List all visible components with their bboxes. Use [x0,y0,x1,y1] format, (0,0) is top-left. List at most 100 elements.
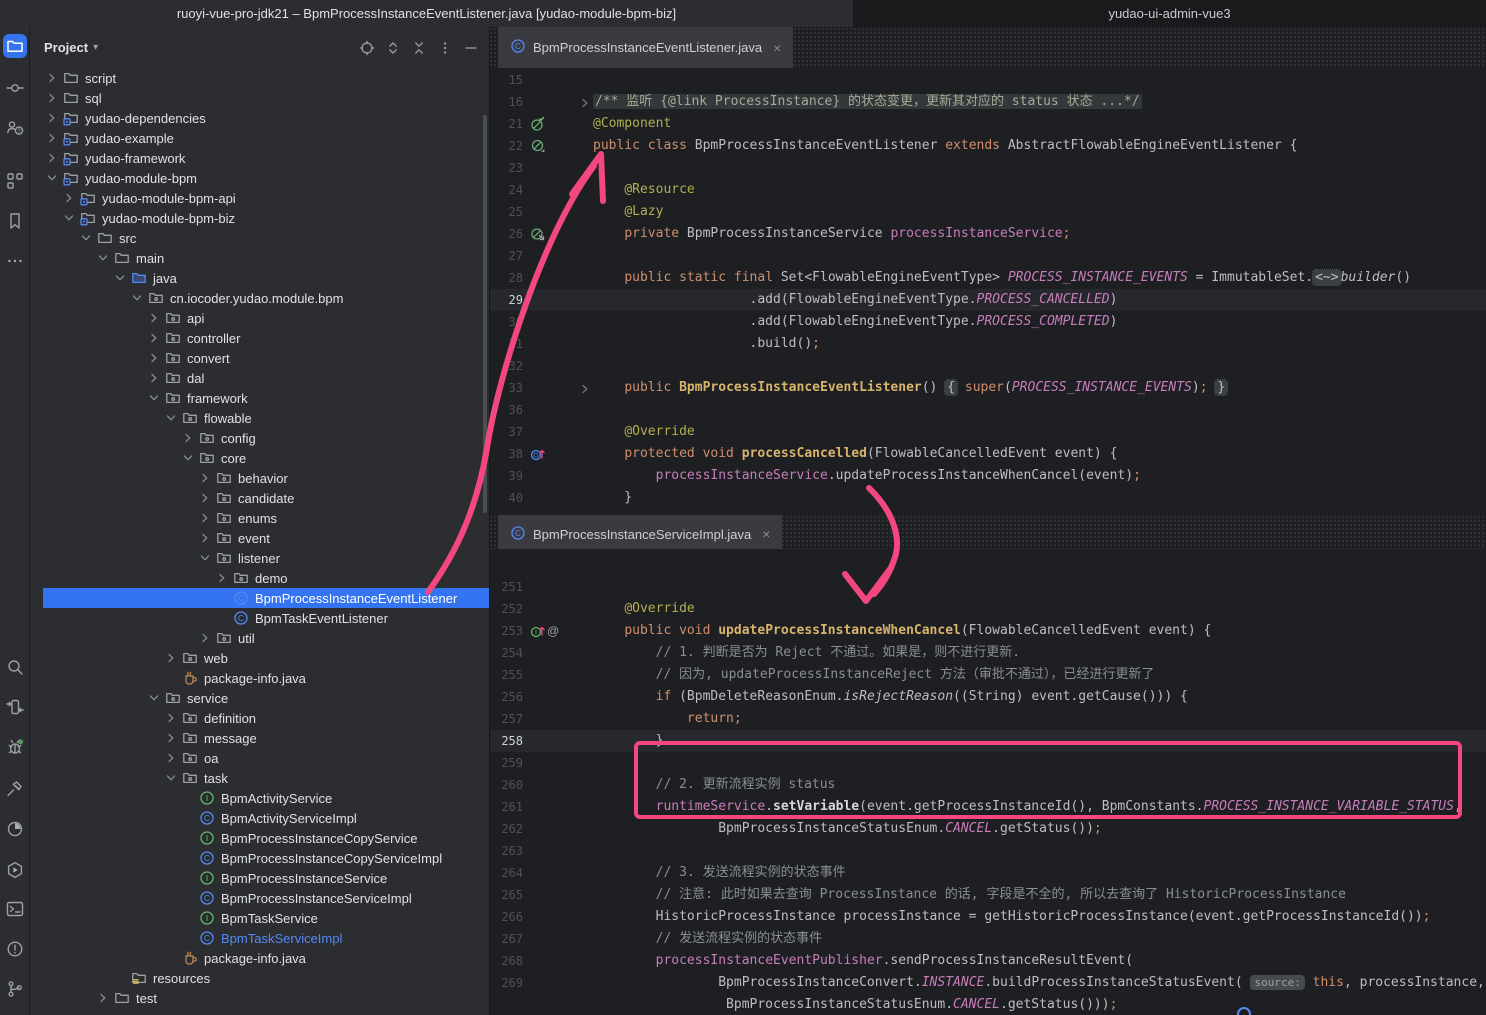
code-line-253[interactable]: 253I@ public void updateProcessInstanceW… [489,620,1486,642]
code-line-28[interactable]: 28 public static final Set<FlowableEngin… [489,267,1486,289]
code-line-27[interactable]: 27 [489,245,1486,267]
tree-item-api[interactable]: api [30,308,489,328]
chevron-right-icon[interactable] [44,110,60,126]
tree-item-config[interactable]: config [30,428,489,448]
tree-item-bpmprocessinstanceservice[interactable]: IBpmProcessInstanceService [30,868,489,888]
services-icon[interactable] [3,858,27,882]
code-line-269[interactable]: 269 BpmProcessInstanceConvert.INSTANCE.b… [489,972,1486,994]
tree-item-yudao-module-bpm-api[interactable]: yudao-module-bpm-api [30,188,489,208]
tree-item-demo[interactable]: demo [30,568,489,588]
code-line-29[interactable]: 29 .add(FlowableEngineEventType.PROCESS_… [489,289,1486,311]
code-line-30[interactable]: 30 .add(FlowableEngineEventType.PROCESS_… [489,311,1486,333]
tree-item-dal[interactable]: dal [30,368,489,388]
code-line-254[interactable]: 254 // 1. 判断是否为 Reject 不通过。如果是，则不进行更新. [489,642,1486,664]
code-line-262[interactable]: 262 BpmProcessInstanceStatusEnum.CANCEL.… [489,818,1486,840]
code-line-39[interactable]: 39 processInstanceService.updateProcessI… [489,465,1486,487]
chevron-down-icon[interactable] [78,230,94,246]
tree-item-enums[interactable]: enums [30,508,489,528]
hide-icon[interactable] [463,40,479,56]
chevron-right-icon[interactable] [44,70,60,86]
chevron-right-icon[interactable] [214,570,230,586]
close-icon[interactable]: × [773,40,781,56]
collapse-all-icon[interactable] [411,40,427,56]
build-icon[interactable] [3,777,27,801]
tree-item-cn-iocoder-yudao-module-bpm[interactable]: cn.iocoder.yudao.module.bpm [30,288,489,308]
chevron-right-icon[interactable] [44,130,60,146]
code-line-21[interactable]: 21@Component [489,113,1486,135]
tree-item-bpmactivityserviceimpl[interactable]: CBpmActivityServiceImpl [30,808,489,828]
chevron-right-icon[interactable] [197,470,213,486]
code-line-266[interactable]: 266 HistoricProcessInstance processInsta… [489,906,1486,928]
chevron-right-icon[interactable] [197,490,213,506]
code-line-258[interactable]: 258 } [489,730,1486,752]
tree-item-bpmtaskeventlistener[interactable]: CBpmTaskEventListener [30,608,489,628]
tree-item-yudao-framework[interactable]: yudao-framework [30,148,489,168]
chevron-right-icon[interactable] [163,750,179,766]
debug-icon[interactable] [3,735,27,759]
chevron-right-icon[interactable] [180,430,196,446]
tree-item-definition[interactable]: definition [30,708,489,728]
tree-item-script[interactable]: script [30,68,489,88]
chevron-right-icon[interactable] [95,990,111,1006]
code-line-16[interactable]: 16/** 监听 {@link ProcessInstance} 的状态变更，更… [489,91,1486,113]
tree-item-service[interactable]: service [30,688,489,708]
secondary-window-title[interactable]: yudao-ui-admin-vue3 [853,0,1486,27]
tree-item-java[interactable]: java [30,268,489,288]
code-line-261[interactable]: 261 runtimeService.setVariable(event.get… [489,796,1486,818]
code-line-15[interactable]: 15 [489,69,1486,91]
bookmarks-icon[interactable] [3,209,27,233]
autowired-bean-icon[interactable] [530,226,546,242]
chevron-down-icon[interactable] [146,690,162,706]
tree-item-bpmtaskserviceimpl[interactable]: CBpmTaskServiceImpl [30,928,489,948]
tree-item-yudao-example[interactable]: yudao-example [30,128,489,148]
code-line-267[interactable]: 267 // 发送流程实例的状态事件 [489,928,1486,950]
tree-item-yudao-module-bpm[interactable]: yudao-module-bpm [30,168,489,188]
chevron-down-icon[interactable] [129,290,145,306]
chevron-right-icon[interactable] [146,330,162,346]
tree-item-bpmprocessinstanceserviceimpl[interactable]: CBpmProcessInstanceServiceImpl [30,888,489,908]
editor-top[interactable]: 1516/** 监听 {@link ProcessInstance} 的状态变更… [489,68,1486,515]
code-line-23[interactable]: 23 [489,157,1486,179]
tree-item-controller[interactable]: controller [30,328,489,348]
tree-item-main[interactable]: main [30,248,489,268]
chevron-right-icon[interactable] [44,90,60,106]
tree-item-test[interactable]: test [30,988,489,1008]
chevron-down-icon[interactable] [163,410,179,426]
search-icon[interactable] [3,655,27,679]
code-line-251[interactable]: 251 [489,576,1486,598]
chevron-right-icon[interactable] [163,650,179,666]
tree-item-util[interactable]: util [30,628,489,648]
chevron-down-icon[interactable] [112,270,128,286]
chevron-right-icon[interactable] [197,530,213,546]
options-icon[interactable] [437,40,453,56]
code-line-259[interactable]: 259 [489,752,1486,774]
code-line-252[interactable]: 252 @Override [489,598,1486,620]
tab-bpmprocessinstanceeventlistener[interactable]: C BpmProcessInstanceEventListener.java × [498,27,793,68]
tree-item-candidate[interactable]: candidate [30,488,489,508]
code-line-268[interactable]: 268 processInstanceEventPublisher.sendPr… [489,950,1486,972]
pull-requests-icon[interactable]: ? [3,116,27,140]
spring-bean-icon[interactable] [530,138,546,154]
locate-icon[interactable] [359,40,375,56]
tree-item-yudao-dependencies[interactable]: yudao-dependencies [30,108,489,128]
tree-item-bpmprocessinstancecopyserviceimpl[interactable]: CBpmProcessInstanceCopyServiceImpl [30,848,489,868]
tree-item-listener[interactable]: listener [30,548,489,568]
code-line-257[interactable]: 257 return; [489,708,1486,730]
chevron-down-icon[interactable] [163,770,179,786]
tree-item-core[interactable]: core [30,448,489,468]
overrides-method-icon[interactable]: O [530,446,546,462]
problems-icon[interactable] [3,937,27,961]
run-anything-icon[interactable] [3,695,27,719]
code-line-37[interactable]: 37 @Override [489,421,1486,443]
code-line-264[interactable]: 264 // 3. 发送流程实例的状态事件 [489,862,1486,884]
tree-item-task[interactable]: task [30,768,489,788]
close-icon[interactable]: × [762,526,770,542]
tree-item-resources[interactable]: resources [30,968,489,988]
tree-item-package-info-java[interactable]: package-info.java [30,948,489,968]
chevron-down-icon[interactable] [61,210,77,226]
more-icon[interactable] [3,249,27,273]
chevron-right-icon[interactable] [197,630,213,646]
chevron-down-icon[interactable] [197,550,213,566]
tree-item-bpmprocessinstanceeventlistener[interactable]: CBpmProcessInstanceEventListener [30,588,489,608]
code-line-25[interactable]: 25 @Lazy [489,201,1486,223]
